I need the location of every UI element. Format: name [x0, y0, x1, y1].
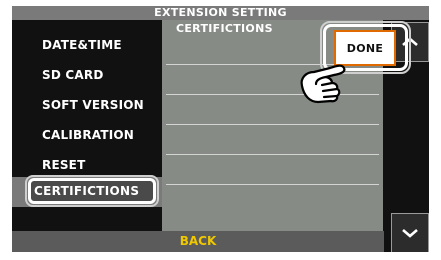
menu-item-reset[interactable]: RESET — [42, 158, 85, 172]
menu-item-certifictions-label: CERTIFICTIONS — [34, 184, 140, 198]
pointing-hand-icon — [300, 64, 346, 104]
back-button[interactable]: BACK — [12, 231, 384, 252]
device-screen: EXTENSION SETTING DATE&TIME SD CARD SOFT… — [12, 6, 429, 252]
row-divider — [166, 154, 379, 155]
settings-menu: DATE&TIME SD CARD SOFT VERSION CALIBRATI… — [12, 20, 162, 231]
chevron-down-icon — [402, 229, 418, 238]
scroll-down-button[interactable] — [391, 213, 429, 252]
menu-item-sd-card[interactable]: SD CARD — [42, 68, 103, 82]
menu-item-soft-version[interactable]: SOFT VERSION — [42, 98, 144, 112]
panel-header: CERTIFICTIONS — [176, 22, 273, 35]
screen-title: EXTENSION SETTING — [12, 6, 429, 20]
row-divider — [166, 124, 379, 125]
menu-item-date-time[interactable]: DATE&TIME — [42, 38, 122, 52]
menu-item-calibration[interactable]: CALIBRATION — [42, 128, 134, 142]
back-label: BACK — [179, 234, 217, 248]
row-divider — [166, 184, 379, 185]
